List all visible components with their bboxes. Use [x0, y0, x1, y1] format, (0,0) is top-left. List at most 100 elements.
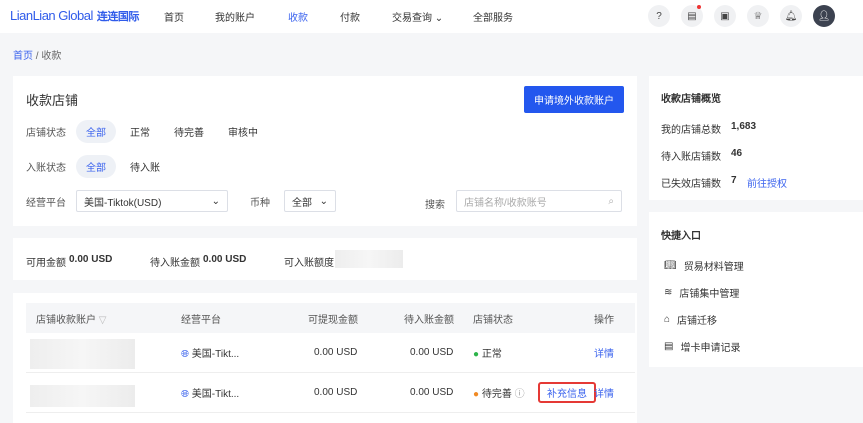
user-avatar[interactable]: 👤︎ — [813, 5, 835, 27]
header-withdrawable: 可提现金额 — [308, 314, 358, 326]
logo-cn: 连连国际 — [96, 11, 140, 23]
pending-cell: 0.00 USD — [410, 387, 454, 398]
info-icon[interactable]: ⓘ — [515, 389, 525, 400]
search-icon[interactable]: ⌕ — [608, 196, 614, 207]
total-stores-value: 1,683 — [731, 121, 757, 132]
withdrawable-cell: 0.00 USD — [314, 387, 358, 398]
entry-pending[interactable]: 待入账 — [120, 155, 170, 178]
header-platform: 经营平台 — [181, 314, 221, 326]
currency-value: 全部 — [292, 197, 312, 209]
document-icon: ▤ — [664, 341, 674, 352]
authorize-link[interactable]: 前往授权 — [747, 175, 787, 190]
status-text: 正常 — [481, 349, 502, 360]
status-incomplete[interactable]: 待完善 — [164, 120, 214, 143]
status-text: 待完善 — [481, 389, 512, 400]
shortcut-store-migration[interactable]: ⌂ 店铺迁移 — [664, 312, 717, 327]
breadcrumb: 首页 / 收款 — [13, 51, 62, 62]
pending-cell: 0.00 USD — [410, 347, 454, 358]
overview-card: 收款店铺概览 我的店铺总数 1,683 待入账店铺数 46 已失效店铺数 7 前… — [649, 76, 863, 200]
help-icon[interactable]: ? — [648, 5, 670, 27]
available-value: 0.00 USD — [69, 254, 113, 265]
shortcuts-title: 快捷入口 — [661, 231, 701, 242]
book-icon: 📖︎ — [664, 260, 677, 271]
gift-icon[interactable]: ▣ — [714, 5, 736, 27]
globe-icon: 🌐︎ — [181, 349, 189, 360]
search-input[interactable]: 店铺名称/收款账号 ⌕ — [456, 190, 622, 212]
nav-transactions-label: 交易查询 — [392, 13, 432, 24]
nav-home[interactable]: 首页 — [164, 9, 184, 24]
header-status: 店铺状态 — [473, 314, 513, 326]
breadcrumb-current: 收款 — [41, 51, 62, 62]
top-nav: LianLian Global 连连国际 首页 我的账户 收款 付款 交易查询 ⌄… — [0, 0, 863, 33]
stores-filter-card: 收款店铺 申请境外收款账户 店铺状态 全部 正常 待完善 审核中 入账状态 全部… — [13, 76, 637, 226]
chevron-down-icon: ⌄ — [319, 195, 328, 207]
crown-icon[interactable]: ♕ — [747, 5, 769, 27]
nav-account[interactable]: 我的账户 — [215, 9, 255, 24]
nav-all-services[interactable]: 全部服务 — [473, 9, 513, 24]
header-account[interactable]: 店铺收款账户 ▽ — [36, 311, 106, 326]
expired-stores-value: 7 — [731, 175, 737, 186]
layers-icon: ≋ — [664, 287, 673, 298]
table-header: 店铺收款账户 ▽ 经营平台 可提现金额 待入账金额 店铺状态 操作 — [26, 303, 635, 333]
platform-label: 经营平台 — [26, 197, 66, 209]
calendar-icon[interactable]: ▤ — [681, 5, 703, 27]
details-link[interactable]: 详情 — [594, 345, 614, 360]
status-normal[interactable]: 正常 — [120, 120, 160, 143]
status-dot: ● — [473, 349, 480, 360]
balance-card: 可用金额 0.00 USD 待入账金额 0.00 USD 可入账额度 — [13, 238, 637, 280]
nav-pay[interactable]: 付款 — [340, 9, 360, 24]
shortcut-card-records[interactable]: ▤ 增卡申请记录 — [664, 339, 740, 354]
shortcut-label: 店铺迁移 — [677, 316, 718, 327]
platform-cell: 🌐︎ 美国-Tikt... — [181, 385, 239, 400]
platform-cell: 🌐︎ 美国-Tikt... — [181, 345, 239, 360]
breadcrumb-home[interactable]: 首页 — [13, 51, 33, 62]
stores-table-card: 店铺收款账户 ▽ 经营平台 可提现金额 待入账金额 店铺状态 操作 🌐︎ 美国-… — [13, 293, 637, 423]
status-dot: ● — [473, 389, 480, 400]
pending-stores-label: 待入账店铺数 — [661, 152, 721, 163]
search-label: 搜索 — [425, 200, 445, 211]
entry-all[interactable]: 全部 — [76, 155, 116, 178]
platform-text: 美国-Tikt... — [191, 389, 240, 400]
shortcut-label: 增卡申请记录 — [680, 343, 741, 354]
search-placeholder: 店铺名称/收款账号 — [464, 197, 547, 209]
status-label: 店铺状态 — [26, 128, 66, 139]
shortcuts-card: 快捷入口 📖︎ 贸易材料管理 ≋ 店铺集中管理 ⌂ 店铺迁移 ▤ 增卡申请记录 — [649, 212, 863, 367]
globe-icon: 🌐︎ — [181, 389, 189, 400]
shortcut-trade-materials[interactable]: 📖︎ 贸易材料管理 — [664, 258, 744, 273]
account-redacted — [30, 385, 135, 407]
account-redacted — [30, 339, 135, 369]
table-row: 🌐︎ 美国-Tikt... 0.00 USD 0.00 USD ● 正常 详情 — [26, 333, 635, 373]
store-icon: ⌂ — [664, 314, 671, 325]
status-all[interactable]: 全部 — [76, 120, 116, 143]
header-pending: 待入账金额 — [404, 314, 454, 326]
overview-title: 收款店铺概览 — [661, 94, 721, 105]
status-reviewing[interactable]: 审核中 — [218, 120, 268, 143]
logo-text: LianLian Global — [10, 8, 93, 23]
supplement-info-link[interactable]: 补充信息 — [538, 382, 596, 403]
nav-transactions[interactable]: 交易查询 ⌄ — [392, 9, 443, 24]
currency-select[interactable]: 全部 ⌄ — [284, 190, 336, 212]
platform-select[interactable]: 美国-Tiktok(USD) ⌄ — [76, 190, 228, 212]
chevron-down-icon: ⌄ — [434, 13, 444, 24]
pending-value: 0.00 USD — [203, 254, 247, 265]
limit-value-redacted — [335, 250, 403, 268]
nav-receive[interactable]: 收款 — [288, 9, 308, 24]
currency-label: 币种 — [250, 197, 270, 209]
details-link[interactable]: 详情 — [594, 385, 614, 400]
status-cell: ● 待完善 ⓘ — [473, 385, 525, 400]
apply-account-button[interactable]: 申请境外收款账户 — [524, 86, 624, 113]
bell-icon[interactable]: 🔔︎ — [780, 5, 802, 27]
filter-icon[interactable]: ▽ — [99, 315, 107, 326]
shortcut-store-management[interactable]: ≋ 店铺集中管理 — [664, 285, 739, 300]
limit-label: 可入账额度 — [284, 258, 334, 269]
platform-text: 美国-Tikt... — [191, 349, 240, 360]
withdrawable-cell: 0.00 USD — [314, 347, 358, 358]
header-actions: 操作 — [594, 314, 614, 326]
table-row: 🌐︎ 美国-Tikt... 0.00 USD 0.00 USD ● 待完善 ⓘ … — [26, 373, 635, 413]
logo[interactable]: LianLian Global 连连国际 — [10, 8, 139, 24]
pending-stores-value: 46 — [731, 148, 743, 159]
entry-label: 入账状态 — [26, 163, 66, 174]
status-cell: ● 正常 — [473, 345, 502, 360]
available-label: 可用金额 — [26, 258, 66, 269]
shortcut-label: 贸易材料管理 — [683, 262, 744, 273]
